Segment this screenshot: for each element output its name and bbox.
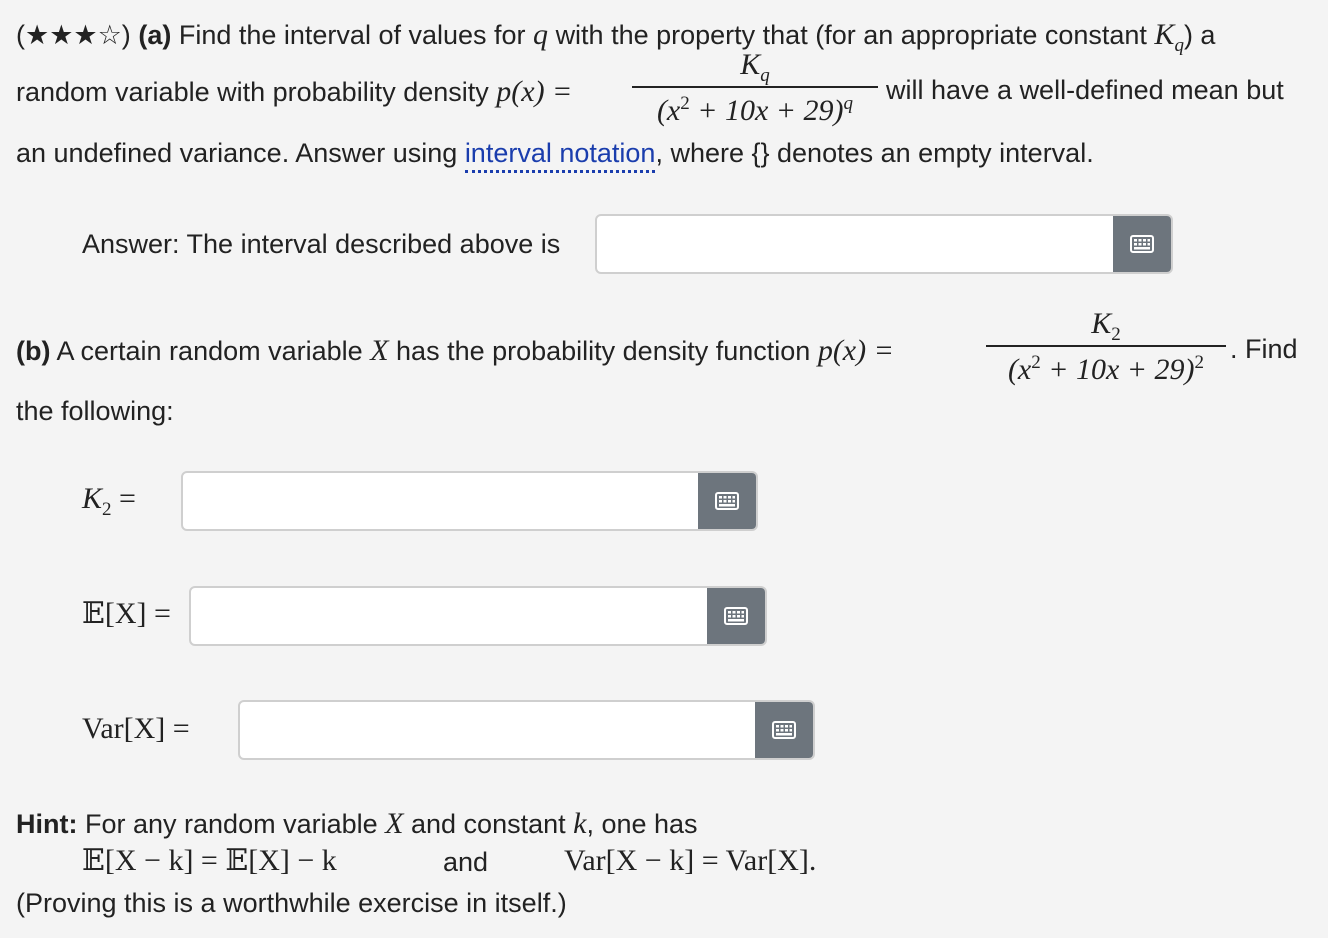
difficulty-stars: (★★★☆) <box>16 20 131 50</box>
part-b-line1: (b) A certain random variable X has the … <box>16 336 894 366</box>
part-a-line2-left: random variable with probability density… <box>16 77 572 107</box>
interval-answer-input[interactable] <box>597 216 1117 272</box>
part-a-line1-end: ) a <box>1183 20 1216 50</box>
keyboard-grid-icon <box>715 492 739 510</box>
var-x: X <box>370 334 389 367</box>
part-b-label: (b) <box>16 336 51 366</box>
keypad-button[interactable] <box>707 588 765 644</box>
k2-label: K2 = <box>82 482 136 520</box>
keyboard-grid-icon <box>772 721 796 739</box>
fraction-denominator-b: (x2 + 10x + 29)2 <box>1007 352 1205 386</box>
part-a-line1: (★★★☆) (a) Find the interval of values f… <box>16 18 1216 56</box>
variance-field <box>238 700 815 760</box>
fraction-bar-b <box>986 345 1226 347</box>
keypad-button[interactable] <box>1113 216 1171 272</box>
hint-var-x: X <box>385 807 404 840</box>
hint-note: (Proving this is a worthwhile exercise i… <box>16 888 567 918</box>
part-a-text: Find the interval of values for <box>178 20 526 50</box>
part-a-line2-text: random variable with probability density <box>16 77 489 107</box>
hint-var-k: k <box>573 807 587 840</box>
variance-label: Var[X] = <box>82 712 190 745</box>
var-q: q <box>533 18 549 51</box>
hint-formula-1: 𝔼[X − k] = 𝔼[X] − k <box>82 844 337 877</box>
keypad-button[interactable] <box>755 702 813 758</box>
hint-label: Hint: <box>16 809 78 839</box>
hint-text2: and constant <box>411 809 566 839</box>
hint-text: For any random variable <box>85 809 378 839</box>
part-b-text2: has the probability density function <box>396 336 811 366</box>
keypad-button[interactable] <box>698 473 756 529</box>
part-a-label: (a) <box>138 20 172 50</box>
hint-formula-2: Var[X − k] = Var[X]. <box>564 844 817 877</box>
hint-line1: Hint: For any random variable X and cons… <box>16 809 698 839</box>
hint-text3: , one has <box>586 809 698 839</box>
interval-notation-link[interactable]: interval notation <box>464 138 656 173</box>
density-px-b: p(x) = <box>817 334 894 367</box>
density-px: p(x) = <box>496 75 573 108</box>
part-b-end: . Find <box>1230 334 1298 364</box>
part-a-line3: an undefined variance. Answer using inte… <box>16 138 1094 173</box>
interval-answer-field <box>595 214 1173 274</box>
part-a-line3-text: an undefined variance. Answer using <box>16 138 458 168</box>
expectation-label: 𝔼[X] = <box>82 597 171 630</box>
part-b-line2: the following: <box>16 396 174 426</box>
k2-field <box>181 471 758 531</box>
expectation-input[interactable] <box>191 588 711 644</box>
density-fraction-b: K2 (x2 + 10x + 29)2 <box>986 307 1226 387</box>
fraction-denominator: (x2 + 10x + 29)q <box>656 93 854 127</box>
fraction-numerator-b: K2 <box>1091 307 1121 345</box>
density-fraction-a: Kq (x2 + 10x + 29)q <box>632 48 878 128</box>
variance-input[interactable] <box>240 702 759 758</box>
fraction-numerator: Kq <box>740 48 770 86</box>
part-a-line3-end: , where {} denotes an empty interval. <box>655 138 1094 168</box>
const-kq: Kq <box>1154 18 1184 56</box>
fraction-bar <box>632 86 878 88</box>
hint-and: and <box>443 847 489 877</box>
part-a-text2: with the property that (for an appropria… <box>555 20 1147 50</box>
expectation-field <box>189 586 767 646</box>
part-b-text: A certain random variable <box>56 336 363 366</box>
part-a-line2-end: will have a well-defined mean but <box>886 75 1284 105</box>
answer-label: Answer: The interval described above is <box>82 229 561 259</box>
keyboard-grid-icon <box>724 607 748 625</box>
keyboard-grid-icon <box>1130 235 1154 253</box>
k2-input[interactable] <box>183 473 702 529</box>
